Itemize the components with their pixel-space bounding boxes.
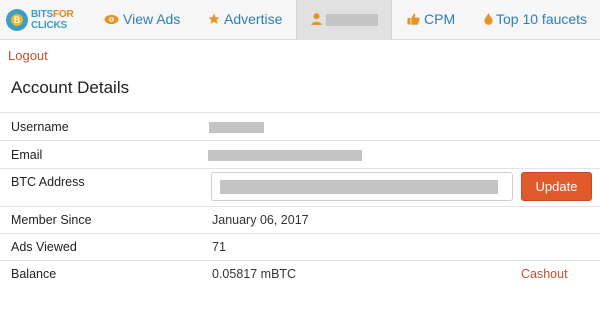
member-since-value: January 06, 2017 — [212, 213, 309, 227]
redacted-username-value — [209, 122, 264, 133]
row-member-since: Member Since January 06, 2017 — [0, 206, 600, 233]
coin-glyph: B — [11, 14, 23, 26]
eye-icon — [104, 1, 119, 39]
btc-address-input[interactable] — [211, 172, 513, 201]
logo-word-bits: BITS — [31, 9, 53, 20]
balance-label: Balance — [11, 267, 57, 281]
thumbs-up-icon — [407, 1, 420, 39]
nav-advertise-label: Advertise — [224, 11, 283, 27]
drop-icon — [484, 1, 493, 39]
nav-view-ads[interactable]: View Ads — [104, 0, 180, 40]
balance-value: 0.05817 mBTC — [212, 267, 297, 281]
row-email: Email — [0, 140, 600, 168]
member-since-label: Member Since — [11, 213, 92, 227]
bitsforclicks-logo[interactable]: B BITSFOR CLICKS — [6, 4, 78, 36]
row-balance: Balance 0.05817 mBTC Cashout — [0, 260, 600, 288]
nav-cpm[interactable]: CPM — [407, 0, 455, 40]
logo-word-for: FOR — [52, 9, 74, 20]
logo-word-clicks: CLICKS — [31, 20, 68, 31]
btc-address-label: BTC Address — [11, 175, 85, 189]
username-label: Username — [11, 120, 69, 134]
ads-viewed-label: Ads Viewed — [11, 240, 77, 254]
top-navbar: B BITSFOR CLICKS View Ads Advertise CPM … — [0, 0, 600, 40]
redacted-email-value — [208, 150, 362, 161]
logo-wordmark: BITSFOR CLICKS — [31, 9, 74, 31]
redacted-btc-address — [220, 180, 498, 194]
nav-advertise[interactable]: Advertise — [208, 0, 282, 40]
email-label: Email — [11, 148, 43, 162]
nav-cpm-label: CPM — [424, 11, 456, 27]
row-username: Username — [0, 112, 600, 140]
logout-link[interactable]: Logout — [8, 48, 48, 63]
ads-viewed-value: 71 — [212, 240, 226, 254]
user-icon — [311, 1, 322, 39]
nav-account[interactable] — [296, 0, 392, 40]
cashout-link[interactable]: Cashout — [521, 267, 568, 281]
row-ads-viewed: Ads Viewed 71 — [0, 233, 600, 260]
bitcoin-coin-icon: B — [6, 9, 28, 31]
page-title: Account Details — [11, 78, 130, 97]
nav-top-faucets[interactable]: Top 10 faucets — [484, 0, 587, 40]
nav-top-faucets-label: Top 10 faucets — [496, 11, 588, 27]
update-button[interactable]: Update — [521, 172, 592, 201]
nav-view-ads-label: View Ads — [123, 11, 181, 27]
star-icon — [208, 1, 220, 39]
redacted-username-block — [326, 14, 378, 27]
